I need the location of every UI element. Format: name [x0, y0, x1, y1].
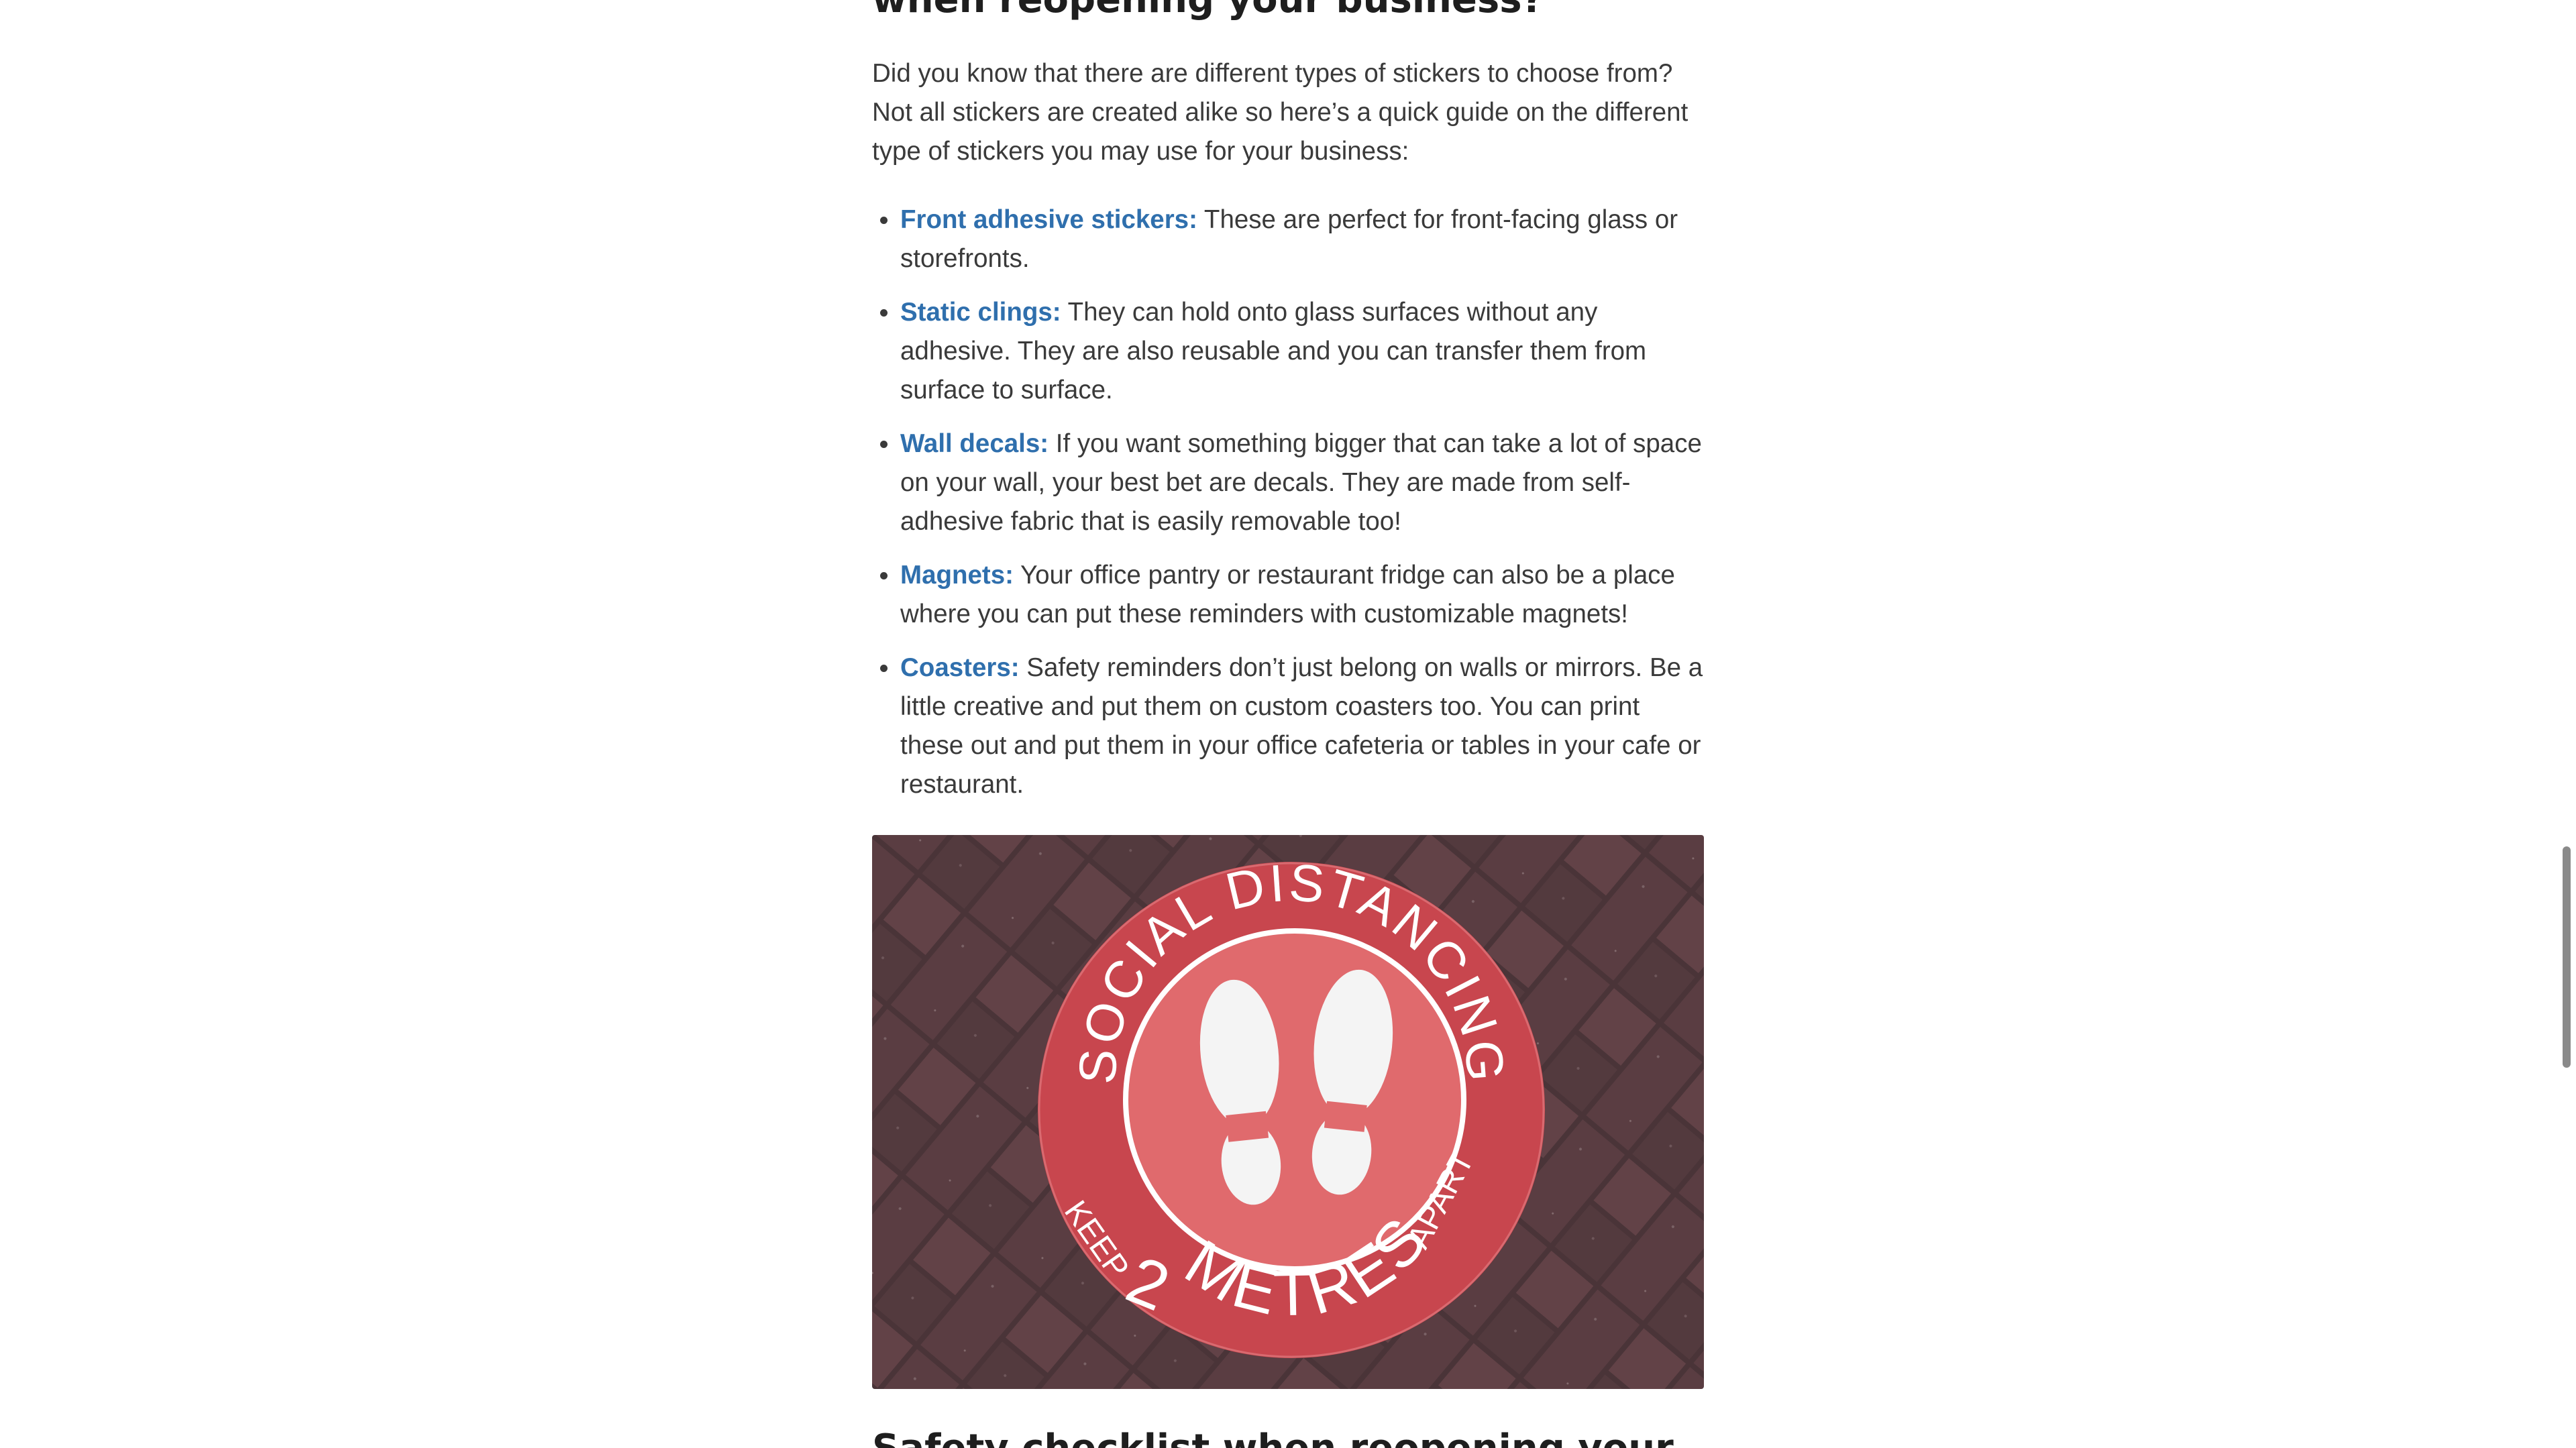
list-item-term: Coasters: — [900, 653, 1020, 682]
scrollbar-thumb[interactable] — [2563, 846, 2571, 1068]
scrollbar[interactable] — [2557, 0, 2576, 1448]
list-item-term: Wall decals: — [900, 429, 1049, 458]
intro-paragraph: Did you know that there are different ty… — [872, 59, 1688, 166]
list-item-term: Front adhesive stickers: — [900, 205, 1197, 234]
list-item-term: Static clings: — [900, 298, 1061, 327]
list-item-term: Magnets: — [900, 561, 1014, 590]
sticker-types-list: Front adhesive stickers: These are perfe… — [872, 201, 1704, 819]
bullet-icon — [880, 572, 888, 579]
bullet-icon — [880, 441, 888, 448]
article-body: when reopening your business? Did you kn… — [872, 0, 1704, 1448]
list-item-text: Safety reminders don’t just belong on wa… — [900, 653, 1703, 799]
list-item-text: Your office pantry or restaurant fridge … — [900, 561, 1675, 628]
list-item: Static clings: They can hold onto glass … — [872, 293, 1704, 410]
social-distancing-floor-sticker-photo: SOCIAL DISTANCING KEEP 2 METRES APART — [872, 835, 1704, 1389]
list-item: Front adhesive stickers: These are perfe… — [872, 201, 1704, 278]
list-item: Coasters: Safety reminders don’t just be… — [872, 649, 1704, 804]
list-item: Wall decals: If you want something bigge… — [872, 425, 1704, 541]
bullet-icon — [880, 665, 888, 672]
bullet-icon — [880, 309, 888, 317]
bullet-icon — [880, 217, 888, 224]
section-heading: when reopening your business? — [872, 0, 1544, 27]
next-section-heading: Safety checklist when reopening your — [872, 1422, 1674, 1448]
list-item: Magnets: Your office pantry or restauran… — [872, 556, 1704, 634]
